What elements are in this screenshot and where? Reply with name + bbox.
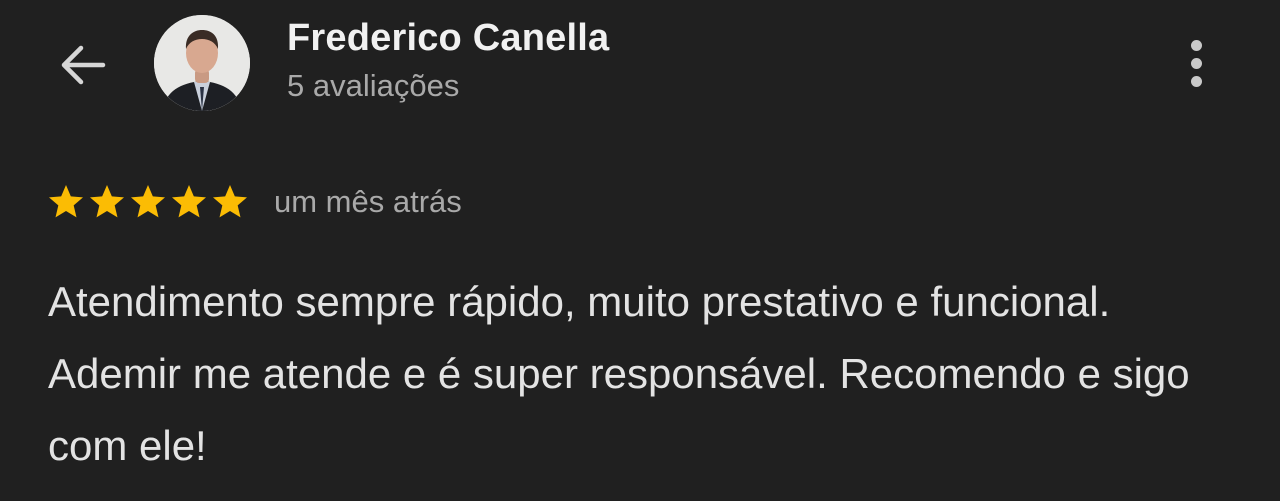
- reviewer-name[interactable]: Frederico Canella: [287, 17, 609, 60]
- more-vertical-icon: [1190, 39, 1202, 51]
- back-button[interactable]: [52, 36, 114, 98]
- review-count: 5 avaliações: [287, 68, 460, 103]
- avatar[interactable]: [154, 15, 250, 111]
- star-icon: [49, 185, 83, 218]
- more-options-button[interactable]: [1172, 32, 1220, 94]
- more-vertical-icon-dot: [1190, 75, 1202, 87]
- review-text: Atendimento sempre rápido, muito prestat…: [48, 278, 1190, 469]
- star-icon: [213, 185, 247, 218]
- more-vertical-icon-dot: [1190, 57, 1202, 69]
- arrow-left-icon: [57, 39, 109, 96]
- star-rating: [46, 182, 250, 226]
- star-icon: [131, 185, 165, 218]
- star-icon: [172, 185, 206, 218]
- review-time: um mês atrás: [274, 184, 462, 219]
- star-icon: [90, 185, 124, 218]
